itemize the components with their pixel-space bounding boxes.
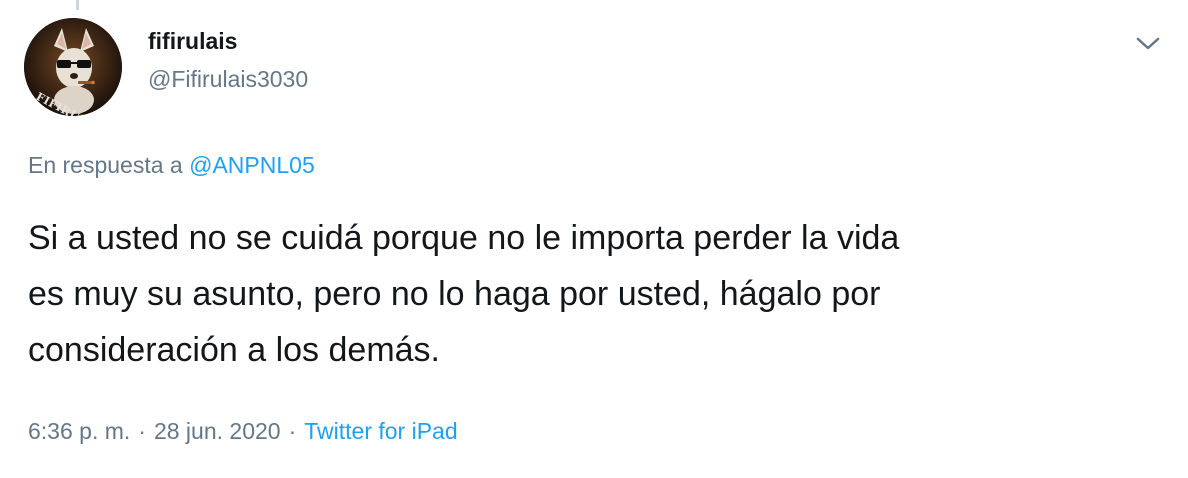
separator-dot: · [288, 418, 297, 444]
chevron-down-icon [1136, 37, 1160, 50]
author-handle[interactable]: @Fifirulais3030 [148, 68, 308, 91]
tweet-source-link[interactable]: Twitter for iPad [304, 418, 457, 444]
tweet-meta: 6:36 p. m. · 28 jun. 2020 · Twitter for iPad [28, 418, 458, 446]
separator-dot: · [138, 418, 146, 444]
tweet-date[interactable]: 28 jun. 2020 [154, 418, 281, 444]
tweet-text: Si a usted no se cuidá porque no le impo… [28, 219, 900, 369]
reply-context: En respuesta a @ANPNL05 [28, 152, 315, 180]
avatar[interactable]: FIFIRULAIS [24, 18, 122, 116]
reply-prefix: En respuesta a [28, 152, 183, 178]
author-display-name[interactable]: fifirulais [148, 30, 237, 53]
more-options-button[interactable] [1132, 29, 1164, 57]
reply-mention-link[interactable]: @ANPNL05 [189, 152, 315, 178]
thread-line [76, 0, 79, 10]
tweet-time[interactable]: 6:36 p. m. [28, 418, 130, 444]
